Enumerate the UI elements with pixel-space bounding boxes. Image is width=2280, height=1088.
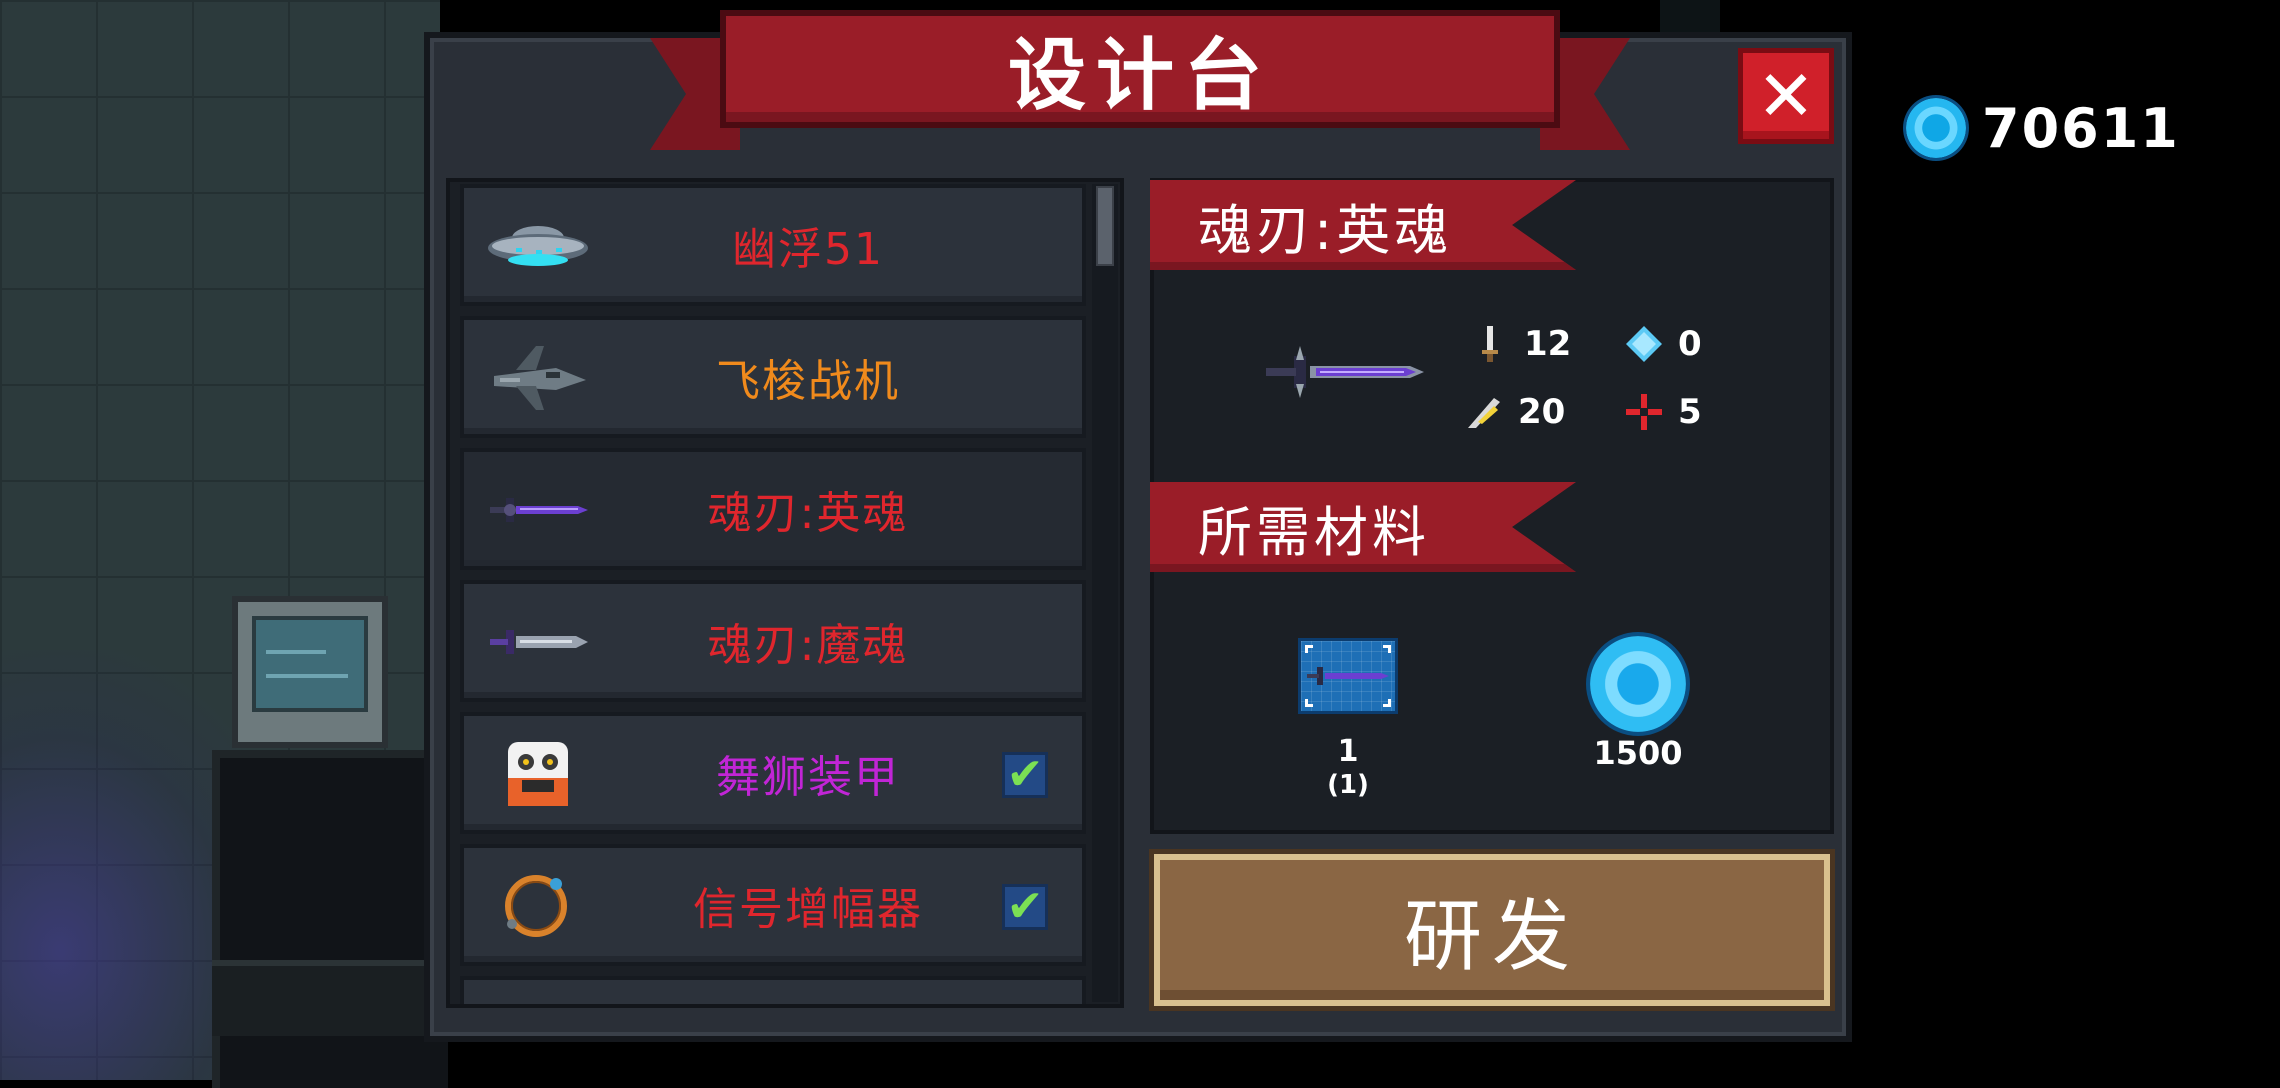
sword-icon [490, 498, 588, 522]
list-item[interactable]: 魂刃:魔魂 [460, 580, 1086, 702]
background-monitor [232, 596, 388, 748]
background-desk-shelf [212, 960, 440, 1036]
blueprint-required-qty: 1 [1337, 734, 1359, 769]
stat-speed: 20 [1464, 390, 1565, 434]
check-icon: ✔ [1002, 884, 1048, 930]
monitor-line [266, 650, 326, 654]
item-name: 魂刃:魔魂 [707, 620, 909, 671]
item-name: 幽浮51 [732, 224, 884, 275]
monitor-line [266, 674, 348, 678]
item-name: 舞狮装甲 [716, 752, 900, 803]
stat-value: 20 [1518, 392, 1566, 432]
currency-value: 70611 [1982, 96, 2180, 160]
diamond-icon [1626, 326, 1662, 362]
materials-label: 所需材料 [1198, 500, 1430, 564]
gem-required-qty: 1500 [1593, 734, 1683, 772]
list-item[interactable]: 幽浮51 [460, 184, 1086, 306]
blueprint-owned-qty: (1) [1327, 770, 1369, 800]
currency-display: 70611 [1906, 94, 2180, 162]
title-ribbon: 设计台 [720, 10, 1560, 128]
gem-icon [1590, 636, 1686, 732]
stat-damage: 12 [1470, 322, 1571, 366]
stat-value: 0 [1678, 324, 1702, 364]
develop-button[interactable]: 研发 [1154, 854, 1830, 1006]
wing-icon [1468, 398, 1500, 428]
panel-title: 设计台 [1007, 31, 1272, 121]
item-name: 飞梭战机 [716, 356, 900, 407]
monitor-screen [252, 616, 368, 712]
gem-icon [1906, 98, 1966, 158]
list-item[interactable]: 舞狮装甲 ✔ [460, 712, 1086, 834]
scrollbar-track[interactable] [1092, 184, 1118, 1002]
weapon-name-ribbon: 魂刃:英魂 [1150, 180, 1576, 270]
weapon-name: 魂刃:英魂 [1198, 198, 1453, 262]
sword-icon [1305, 645, 1391, 707]
lion-dance-icon [508, 742, 568, 806]
stat-crit: 5 [1624, 390, 1702, 434]
materials-ribbon: 所需材料 [1150, 482, 1576, 572]
scrollbar-thumb[interactable] [1096, 186, 1114, 266]
dagger-icon [490, 630, 588, 654]
list-item[interactable]: 飞梭战机 [460, 316, 1086, 438]
stat-value: 12 [1524, 324, 1572, 364]
list-item[interactable] [460, 976, 1086, 1004]
ring-icon [505, 875, 567, 937]
item-name: 信号增幅器 [693, 884, 923, 935]
blueprint-icon [1298, 638, 1398, 714]
sword-icon [1266, 346, 1424, 398]
ufo-icon [488, 226, 588, 266]
stat-energy: 0 [1624, 322, 1702, 366]
background-desk [212, 750, 448, 1088]
sword-stat-icon [1482, 326, 1498, 362]
close-button[interactable]: ✕ [1738, 48, 1834, 144]
blueprint-list[interactable]: 幽浮51 飞梭战机 魂刃:英魂 魂刃:魔魂 舞狮装甲 ✔ 信号增幅器 ✔ [446, 178, 1124, 1008]
stat-value: 5 [1678, 392, 1702, 432]
close-icon: ✕ [1756, 55, 1816, 137]
fighter-jet-icon [494, 346, 586, 410]
list-item[interactable]: 魂刃:英魂 [460, 448, 1086, 570]
develop-button-label: 研发 [1403, 892, 1580, 982]
crosshair-icon [1626, 394, 1662, 430]
item-name: 魂刃:英魂 [707, 488, 909, 539]
list-item[interactable]: 信号增幅器 ✔ [460, 844, 1086, 966]
check-icon: ✔ [1002, 752, 1048, 798]
